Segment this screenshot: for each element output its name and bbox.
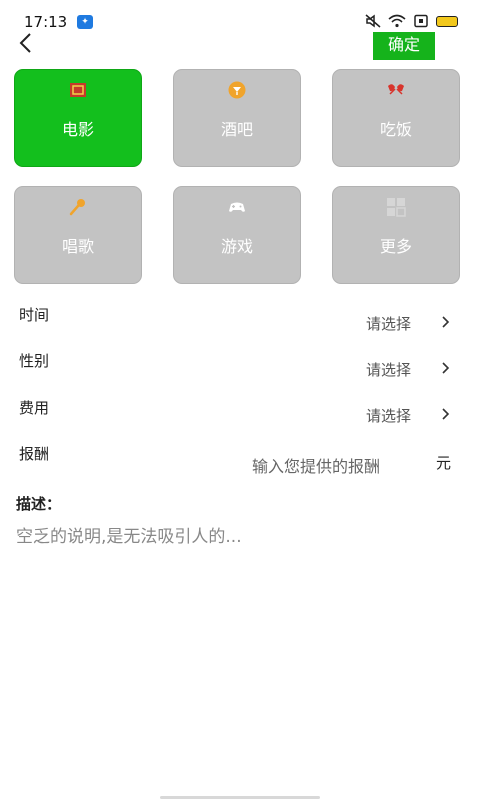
microphone-icon [69, 199, 85, 216]
bar-icon [228, 81, 246, 99]
category-label: 游戏 [220, 237, 253, 256]
fee-select[interactable]: 请选择 [366, 405, 411, 426]
dining-icon [388, 84, 404, 95]
time-select[interactable]: 请选择 [366, 313, 411, 334]
reward-unit: 元 [436, 454, 452, 472]
more-grid-icon [387, 198, 406, 217]
category-label: 电影 [61, 120, 94, 139]
gender-label: 性别 [19, 352, 50, 370]
wifi-icon [388, 14, 406, 28]
app-notification-icon: ✦ [77, 15, 93, 29]
fee-label: 费用 [19, 399, 50, 417]
category-label: 酒吧 [220, 120, 253, 139]
category-label: 吃饭 [379, 120, 412, 139]
category-more-tile[interactable]: 更多 [332, 186, 460, 284]
mute-icon [365, 14, 381, 28]
gender-select[interactable]: 请选择 [366, 359, 411, 380]
time-label: 时间 [19, 306, 50, 324]
back-arrow-icon[interactable] [16, 30, 36, 56]
sim-icon [414, 14, 428, 28]
screen: 17:13 ✦ 确定 电影 酒吧 吃饭 唱歌 游戏 更多 时间 请选择 性别 请… [0, 0, 480, 800]
reward-label: 报酬 [19, 445, 50, 463]
category-label: 唱歌 [61, 237, 94, 256]
home-indicator[interactable] [160, 796, 320, 799]
description-textarea[interactable]: 空乏的说明,是无法吸引人的... [16, 522, 242, 547]
battery-icon [436, 15, 458, 27]
category-bar-tile[interactable]: 酒吧 [173, 69, 301, 167]
chevron-right-icon[interactable] [440, 407, 450, 421]
confirm-button[interactable]: 确定 [373, 32, 435, 60]
category-dining-tile[interactable]: 吃饭 [332, 69, 460, 167]
category-game-tile[interactable]: 游戏 [173, 186, 301, 284]
description-title: 描述： [16, 495, 62, 513]
status-icons [364, 14, 458, 28]
category-singing-tile[interactable]: 唱歌 [14, 186, 142, 284]
category-movie-tile[interactable]: 电影 [14, 69, 142, 167]
reward-input[interactable]: 输入您提供的报酬 [252, 453, 380, 477]
movie-icon [70, 83, 86, 97]
chevron-right-icon[interactable] [440, 361, 450, 375]
category-label: 更多 [379, 237, 412, 256]
gamepad-icon [229, 202, 245, 212]
status-time: 17:13 [24, 13, 68, 31]
chevron-right-icon[interactable] [440, 315, 450, 329]
